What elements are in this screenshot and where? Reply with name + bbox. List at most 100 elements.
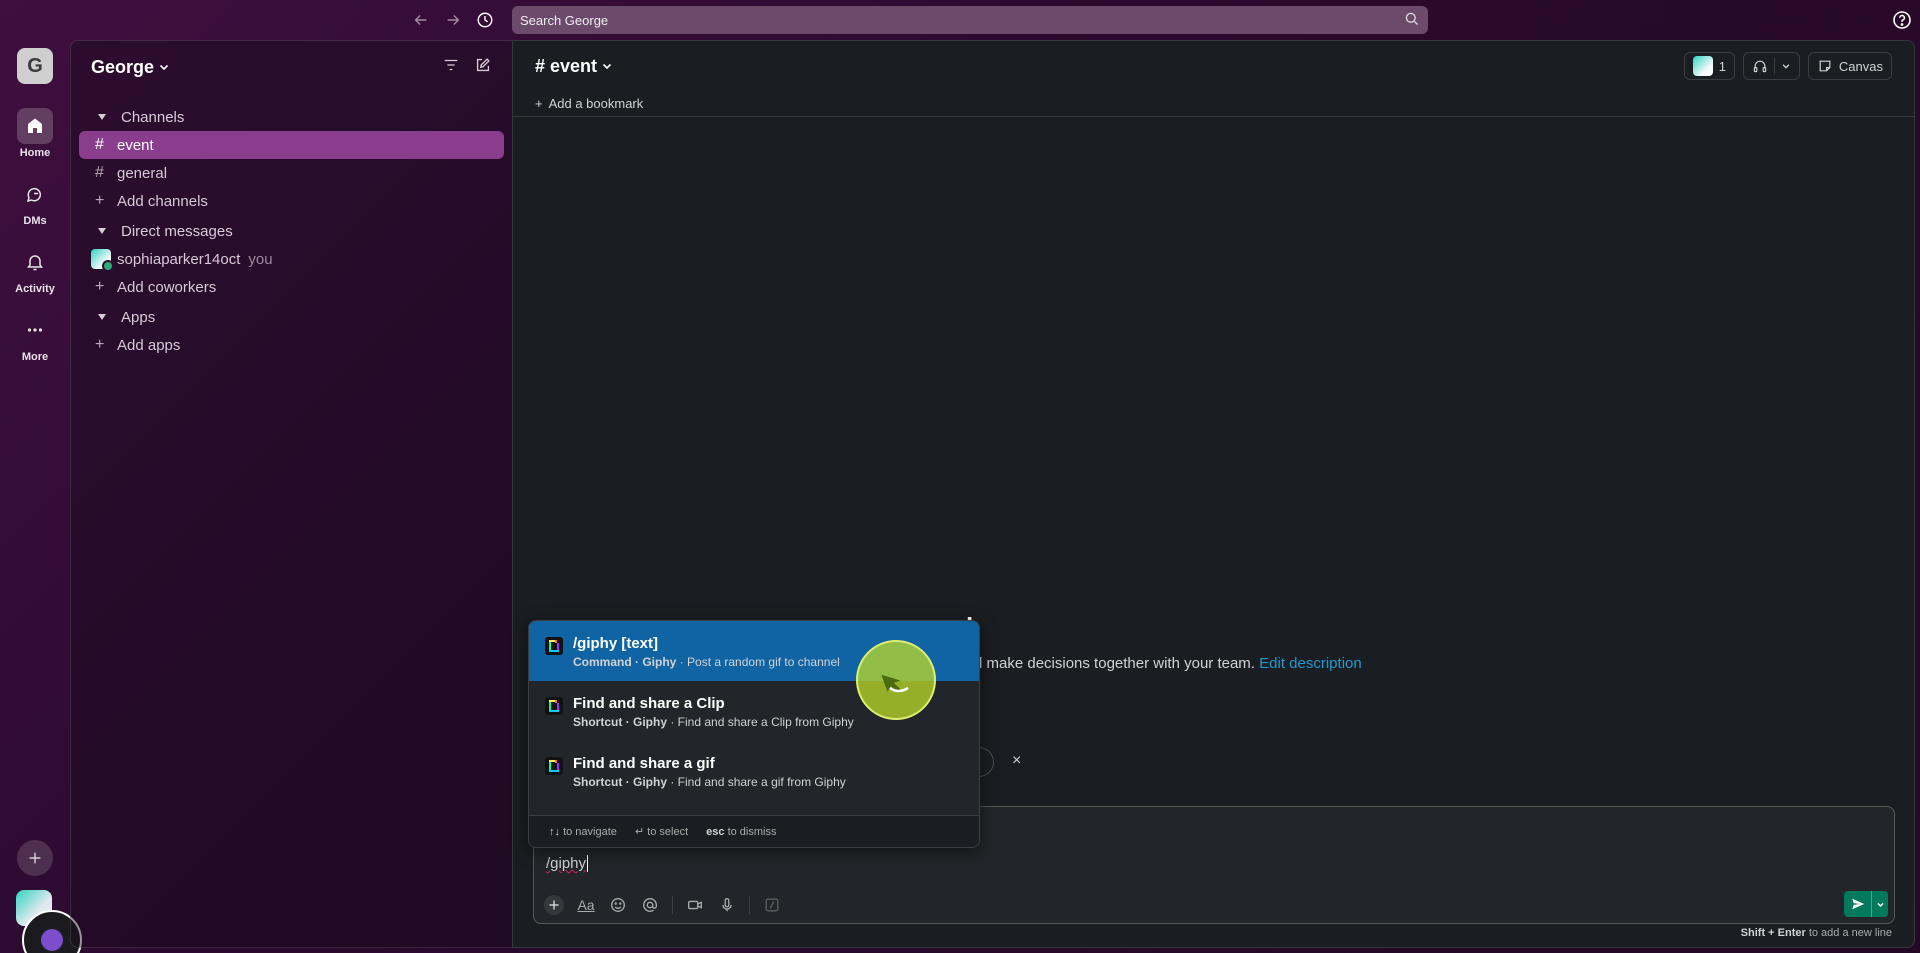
apps-header: Apps bbox=[121, 308, 156, 326]
plus-icon: + bbox=[535, 96, 543, 111]
top-bar: Search George bbox=[0, 0, 1920, 40]
message-input[interactable]: /giphy bbox=[546, 855, 589, 872]
newline-hint: Shift + Enter to add a new line bbox=[1741, 927, 1892, 939]
huddle-button[interactable] bbox=[1742, 52, 1800, 80]
channel-title: # event bbox=[535, 55, 598, 76]
member-count: 1 bbox=[1718, 58, 1726, 74]
search-input[interactable]: Search George bbox=[512, 6, 1428, 34]
you-label: you bbox=[248, 250, 273, 268]
popup-item-kind: Command · Giphy bbox=[573, 655, 677, 669]
plus-icon[interactable] bbox=[544, 895, 564, 915]
back-arrow-icon[interactable] bbox=[409, 8, 433, 32]
sidebar-item-event[interactable]: # event bbox=[79, 131, 504, 159]
divider bbox=[1773, 58, 1775, 74]
rail-label-home: Home bbox=[19, 147, 51, 159]
sidebar-item-dm-self[interactable]: sophiaparker14oct you bbox=[79, 245, 504, 273]
add-coworkers-label: Add coworkers bbox=[117, 278, 217, 296]
select-text: to select bbox=[647, 826, 689, 838]
hash-icon: # bbox=[95, 164, 104, 181]
message-text: /giphy bbox=[546, 855, 587, 872]
channel-intro-description: d make decisions together with your team… bbox=[974, 655, 1362, 672]
format-label: Aa bbox=[577, 897, 595, 913]
popup-item-kind: Shortcut · Giphy bbox=[573, 715, 667, 729]
click-highlight-icon bbox=[856, 640, 936, 720]
compose-icon[interactable] bbox=[474, 56, 492, 79]
history-icon[interactable] bbox=[473, 8, 497, 32]
hash-icon: # bbox=[95, 136, 104, 153]
member-avatar bbox=[1692, 56, 1713, 76]
workspace-menu[interactable]: George bbox=[91, 57, 170, 78]
mention-icon[interactable] bbox=[640, 895, 660, 915]
canvas-label: Canvas bbox=[1838, 58, 1883, 74]
composer-toolbar: Aa bbox=[544, 895, 782, 915]
dismiss-hint: esc to dismiss bbox=[706, 826, 776, 838]
filter-icon[interactable] bbox=[442, 56, 460, 79]
channels-header: Channels bbox=[121, 108, 185, 126]
help-icon[interactable] bbox=[1890, 8, 1914, 32]
text-caret bbox=[587, 855, 589, 872]
slash-command-icon[interactable] bbox=[762, 895, 782, 915]
popup-item-desc: · Find and share a Clip from Giphy bbox=[670, 715, 854, 729]
workspace-avatar[interactable]: G bbox=[17, 48, 53, 84]
giphy-icon bbox=[545, 637, 563, 655]
channels-section-toggle[interactable]: Channels bbox=[71, 103, 512, 131]
add-workspace-button[interactable] bbox=[17, 840, 53, 876]
chevron-down-icon bbox=[159, 64, 169, 71]
emoji-icon[interactable] bbox=[608, 895, 628, 915]
rail-label-more: More bbox=[21, 351, 49, 363]
hint-text: to add a new line bbox=[1808, 927, 1892, 939]
popup-item-subtitle: Shortcut · Giphy · Find and share a Clip… bbox=[573, 715, 854, 729]
search-placeholder: Search George bbox=[520, 12, 609, 28]
add-channels-button[interactable]: + Add channels bbox=[79, 187, 504, 215]
intro-desc-text: d make decisions together with your team… bbox=[974, 655, 1255, 672]
caret-down-icon bbox=[98, 114, 106, 120]
send-icon[interactable] bbox=[1844, 891, 1872, 917]
navigate-keys: ↑↓ bbox=[549, 825, 560, 838]
sidebar-header: George bbox=[71, 41, 512, 93]
plus-icon: + bbox=[95, 192, 105, 209]
add-coworkers-button[interactable]: + Add coworkers bbox=[79, 273, 504, 301]
chevron-down-icon bbox=[602, 63, 612, 70]
rail-label-dms: DMs bbox=[23, 215, 47, 227]
search-icon bbox=[1404, 11, 1420, 30]
canvas-button[interactable]: Canvas bbox=[1807, 52, 1892, 80]
popup-item-title: Find and share a Clip bbox=[573, 695, 725, 712]
popup-item-title: Find and share a gif bbox=[573, 755, 715, 772]
navigate-hint: ↑↓ to navigate bbox=[549, 826, 617, 838]
send-button[interactable] bbox=[1844, 891, 1888, 917]
microphone-icon[interactable] bbox=[717, 895, 737, 915]
edit-description-link[interactable]: Edit description bbox=[1259, 655, 1362, 672]
dismiss-text: to dismiss bbox=[727, 825, 777, 838]
add-apps-label: Add apps bbox=[117, 336, 181, 354]
enter-key: ↵ bbox=[634, 826, 645, 838]
dm-header: Direct messages bbox=[121, 222, 233, 240]
channel-sidebar: George Channels # event # general + Add … bbox=[70, 40, 512, 948]
headphones-icon bbox=[1753, 60, 1767, 73]
channel-title-button[interactable]: # event bbox=[535, 56, 613, 77]
home-icon bbox=[17, 108, 53, 144]
formatting-button[interactable]: Aa bbox=[576, 895, 596, 915]
giphy-icon bbox=[545, 757, 563, 775]
video-icon[interactable] bbox=[685, 895, 705, 915]
popup-footer: ↑↓ to navigate ↵ to select esc to dismis… bbox=[529, 815, 979, 847]
members-button[interactable]: 1 bbox=[1683, 52, 1735, 80]
add-apps-button[interactable]: + Add apps bbox=[79, 331, 504, 359]
chevron-down-icon[interactable] bbox=[1781, 61, 1791, 71]
sidebar-item-general[interactable]: # general bbox=[79, 159, 504, 187]
rail-label-activity: Activity bbox=[15, 283, 55, 295]
rail-item-dms[interactable]: DMs bbox=[0, 176, 70, 227]
plus-icon: + bbox=[95, 336, 105, 353]
popup-item-desc: · Find and share a gif from Giphy bbox=[670, 775, 846, 789]
rail-item-home[interactable]: Home bbox=[0, 108, 70, 159]
bell-icon bbox=[17, 244, 53, 280]
rail-item-more[interactable]: More bbox=[0, 312, 70, 363]
chevron-down-icon[interactable] bbox=[1872, 900, 1888, 909]
apps-section-toggle[interactable]: Apps bbox=[71, 303, 512, 331]
popup-item-subtitle: Shortcut · Giphy · Find and share a gif … bbox=[573, 775, 846, 789]
dm-section-toggle[interactable]: Direct messages bbox=[71, 217, 512, 245]
add-bookmark-button[interactable]: + Add a bookmark bbox=[513, 91, 1914, 117]
rail-item-activity[interactable]: Activity bbox=[0, 244, 70, 295]
close-icon[interactable]: × bbox=[1012, 752, 1021, 770]
forward-arrow-icon[interactable] bbox=[441, 8, 465, 32]
popup-item-share-gif[interactable]: Find and share a gif Shortcut · Giphy · … bbox=[529, 741, 979, 801]
